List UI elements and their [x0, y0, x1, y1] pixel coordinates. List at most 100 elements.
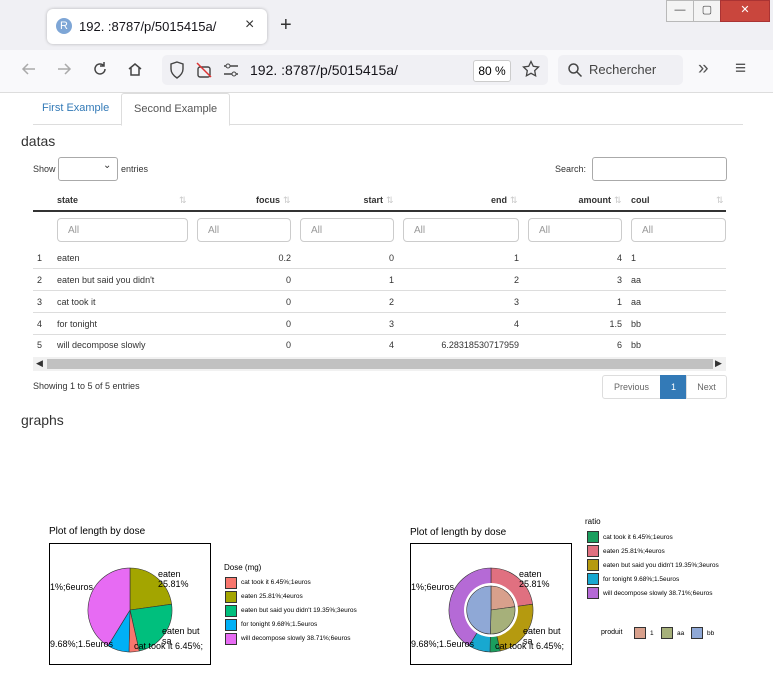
filter-state[interactable]: All	[57, 218, 188, 242]
search-box[interactable]: Rechercher	[558, 55, 683, 85]
cell-coul: aa	[631, 297, 642, 307]
sort-icon[interactable]: ⇅	[614, 195, 622, 206]
filter-amount[interactable]: All	[528, 218, 622, 242]
sort-icon[interactable]: ⇅	[386, 195, 394, 206]
cell-start: 3	[388, 319, 394, 329]
reload-icon[interactable]	[91, 60, 109, 83]
legend-swatch	[587, 559, 599, 571]
chart2-legend-title: ratio	[585, 517, 601, 526]
pie-label: eaten 25.81%	[158, 569, 189, 589]
bookmark-star-icon[interactable]	[522, 59, 540, 83]
filter-coul[interactable]: All	[631, 218, 726, 242]
cell-focus: 0	[285, 340, 291, 350]
cell-start: 4	[388, 340, 394, 350]
zoom-level[interactable]: 80 %	[473, 60, 511, 82]
row-divider	[33, 290, 726, 291]
scroll-right-icon[interactable]: ▶	[715, 358, 722, 369]
legend-label: for tonight 9.68%;1.5euros	[603, 576, 680, 583]
filter-start[interactable]: All	[300, 218, 394, 242]
sort-icon[interactable]: ⇅	[716, 195, 724, 206]
sort-icon[interactable]: ⇅	[510, 195, 518, 206]
previous-button[interactable]: Previous	[602, 375, 661, 399]
chart2-plot-area: eaten 25.81% 1%;6euros 9.68%;1.5euros ea…	[410, 543, 572, 665]
page-1-button[interactable]: 1	[660, 375, 687, 399]
legend-swatch	[225, 619, 237, 631]
url-text[interactable]: 192. :8787/p/5015415a/	[250, 62, 398, 78]
legend-swatch	[587, 587, 599, 599]
overflow-icon[interactable]: »	[698, 58, 709, 80]
filter-focus[interactable]: All	[197, 218, 291, 242]
no-media-icon[interactable]	[195, 61, 213, 84]
row-index: 5	[37, 340, 43, 350]
donut-label: 1%;6euros	[411, 582, 455, 592]
new-tab-button[interactable]: +	[280, 14, 292, 37]
cell-coul: aa	[631, 275, 642, 285]
back-icon[interactable]	[20, 60, 38, 83]
cell-end: 6.28318530717959	[441, 340, 519, 350]
row-index: 3	[37, 297, 43, 307]
sort-icon[interactable]: ⇅	[179, 195, 187, 206]
tab-close-icon[interactable]: ×	[245, 16, 254, 34]
row-divider	[33, 268, 726, 269]
tab-first-example[interactable]: First Example	[30, 93, 121, 124]
horizontal-scrollbar[interactable]: ◀ ▶	[33, 357, 726, 371]
legend-swatch	[587, 545, 599, 557]
cell-start: 0	[388, 253, 394, 263]
browser-navbar: 192. :8787/p/5015415a/ 80 % Rechercher »…	[0, 50, 773, 93]
forward-icon[interactable]	[55, 60, 73, 83]
graphs-title: graphs	[21, 412, 64, 428]
table-search-input[interactable]	[592, 157, 727, 181]
cell-state: cat took it	[57, 297, 96, 307]
legend-swatch	[225, 591, 237, 603]
cell-end: 3	[513, 297, 519, 307]
browser-titlebar: R 192. :8787/p/5015415a/ × + — ▢ ✕	[0, 0, 773, 50]
cell-end: 4	[513, 319, 519, 329]
cell-start: 2	[388, 297, 394, 307]
legend-swatch	[691, 627, 703, 639]
home-icon[interactable]	[126, 60, 144, 83]
cell-end: 2	[513, 275, 519, 285]
search-label: Search:	[555, 164, 587, 174]
column-header-coul[interactable]: coul	[631, 195, 650, 205]
legend-label: will decompose slowly 38.71%;6euros	[241, 635, 351, 642]
minimize-button[interactable]: —	[666, 0, 694, 22]
row-index: 2	[37, 275, 43, 285]
sort-icon[interactable]: ⇅	[283, 195, 291, 206]
filter-end[interactable]: All	[403, 218, 519, 242]
column-header-state[interactable]: state	[57, 195, 78, 205]
permissions-icon[interactable]	[222, 62, 240, 83]
close-window-button[interactable]: ✕	[720, 0, 770, 22]
row-divider	[33, 334, 726, 335]
column-header-focus[interactable]: focus	[200, 195, 280, 205]
tab-second-example[interactable]: Second Example	[121, 93, 231, 126]
cell-amount: 4	[616, 253, 622, 263]
pie-label: 1%;6euros	[50, 582, 94, 592]
search-placeholder: Rechercher	[589, 62, 657, 77]
url-bar[interactable]: 192. :8787/p/5015415a/ 80 %	[162, 55, 548, 85]
column-header-start[interactable]: start	[300, 195, 383, 205]
cell-focus: 0	[285, 319, 291, 329]
legend-swatch	[587, 573, 599, 585]
shield-icon[interactable]	[169, 61, 185, 84]
datas-title: datas	[21, 133, 56, 149]
pie-label: cat took it 6.45%;	[134, 641, 204, 651]
chart1-plot-area: eaten 25.81% 1%;6euros 9.68%;1.5euros ea…	[49, 543, 211, 665]
browser-tab[interactable]: R 192. :8787/p/5015415a/ ×	[47, 9, 267, 44]
row-divider	[33, 312, 726, 313]
row-index: 1	[37, 253, 43, 263]
next-button[interactable]: Next	[686, 375, 727, 399]
legend-label: eaten but said you didn't 19.35%;3euros	[241, 607, 357, 614]
entries-select[interactable]: ⌄	[58, 157, 118, 181]
legend-label: eaten 25.81%;4euros	[241, 593, 303, 600]
table-info: Showing 1 to 5 of 5 entries	[33, 381, 140, 391]
menu-icon[interactable]: ≡	[735, 58, 746, 80]
maximize-button[interactable]: ▢	[693, 0, 721, 22]
legend-label: eaten but said you didn't 19.35%;3euros	[603, 562, 719, 569]
scrollbar-thumb[interactable]	[47, 359, 713, 369]
show-label: Show	[33, 164, 56, 174]
column-header-amount[interactable]: amount	[527, 195, 612, 205]
scroll-left-icon[interactable]: ◀	[36, 358, 43, 369]
cell-coul: 1	[631, 253, 637, 263]
legend-swatch	[225, 605, 237, 617]
column-header-end[interactable]: end	[400, 195, 507, 205]
